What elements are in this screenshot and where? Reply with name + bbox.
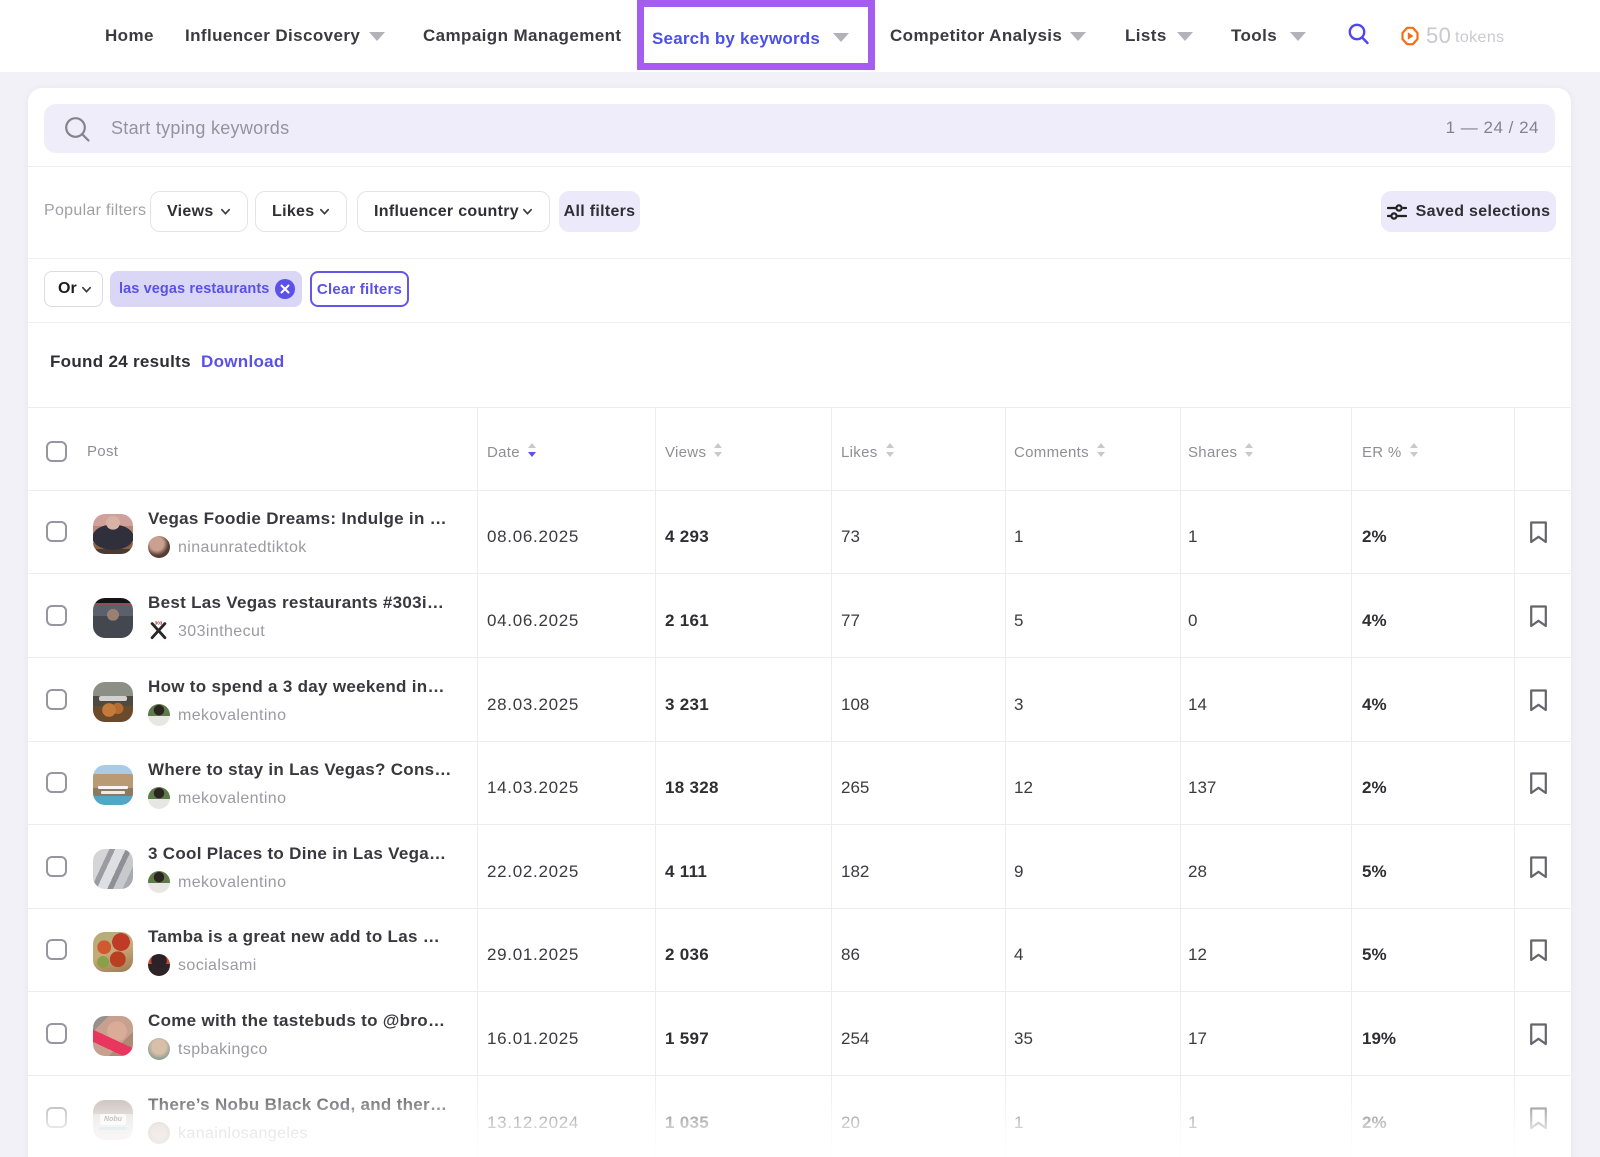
svg-text:303: 303 bbox=[155, 620, 163, 625]
